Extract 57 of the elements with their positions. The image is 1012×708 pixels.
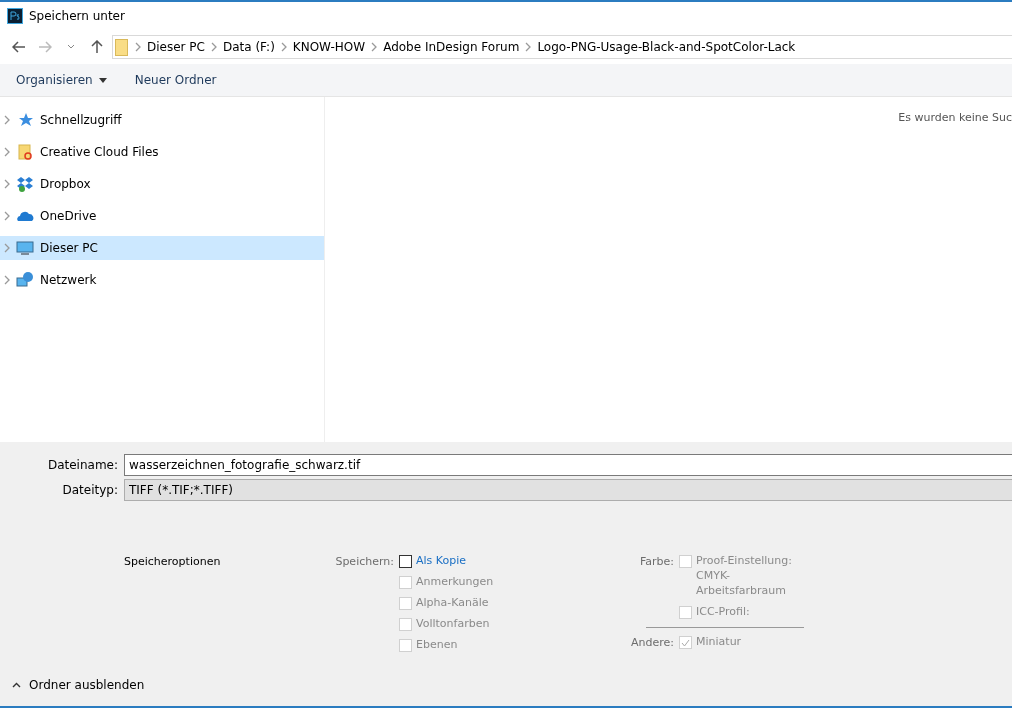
breadcrumb-item[interactable]: KNOW-HOW (292, 40, 366, 54)
option-label: Volltonfarben (416, 616, 490, 631)
caret-down-icon (67, 44, 75, 50)
filename-field[interactable]: wasserzeichnen_fotografie_schwarz.tif (124, 454, 1012, 476)
chevron-right-icon (4, 115, 10, 125)
chevron-right-icon (4, 211, 10, 221)
arrow-up-icon (91, 40, 103, 54)
option-label: Anmerkungen (416, 574, 494, 589)
chevron-right-icon (4, 179, 10, 189)
chevron-right-icon (371, 42, 378, 52)
option-label: Miniatur (696, 634, 742, 649)
folder-icon (16, 143, 34, 161)
filetype-dropdown[interactable]: TIFF (*.TIF;*.TIFF) (124, 479, 1012, 501)
chevron-right-icon (4, 243, 10, 253)
sidebar-item[interactable]: OneDrive (0, 204, 324, 228)
breadcrumb-item[interactable]: Dieser PC (147, 40, 205, 54)
caret-down-icon (98, 77, 107, 83)
option-label: Proof-Einstellung: CMYK-Arbeitsfarbraum (696, 553, 793, 598)
chevron-right-icon (135, 42, 141, 52)
checkbox[interactable] (399, 555, 412, 568)
address-bar[interactable]: Dieser PC Data (F:) KNOW-HOW Adobe InDesign Forum Logo-PNG-Usage-Black-and-SpotColor-Lack (112, 35, 1012, 59)
option-label: ICC-Profil: (696, 604, 750, 619)
breadcrumb-item[interactable]: Logo-PNG-Usage-Black-and-SpotColor-Lack (537, 40, 796, 54)
chevron-right-icon (280, 42, 287, 52)
filetype-label: Dateityp: (61, 483, 118, 497)
monitor-icon (16, 239, 34, 257)
sidebar-item[interactable]: Dieser PC (0, 236, 324, 260)
empty-message: Es wurden keine Suc (898, 111, 1012, 125)
chevron-right-icon (4, 275, 10, 285)
group-label: Farbe: (638, 554, 674, 570)
caret-up-icon (12, 682, 21, 688)
sidebar-item[interactable]: Creative Cloud Files (0, 140, 324, 164)
breadcrumb-item[interactable]: Data (F:) (222, 40, 275, 54)
app-icon (7, 8, 23, 24)
group-label: Speichern: (334, 554, 394, 570)
window-title: Speichern unter (29, 9, 125, 23)
sidebar-item[interactable]: Dropbox (0, 172, 324, 196)
option-label: Alpha-Kanäle (416, 595, 489, 610)
section-title: Speicheroptionen (124, 555, 222, 568)
filename-label: Dateiname: (46, 458, 118, 472)
group-label: Andere: (630, 635, 674, 649)
breadcrumb-item[interactable]: Adobe InDesign Forum (383, 40, 520, 54)
chevron-right-icon (4, 147, 10, 157)
folder-icon (115, 38, 129, 56)
chevron-right-icon (210, 42, 217, 52)
organize-button[interactable]: Organisieren (16, 73, 107, 87)
option-label: Als Kopie (416, 553, 466, 568)
hide-folders-button[interactable]: Ordner ausblenden (12, 678, 145, 692)
network-icon (16, 271, 34, 289)
sidebar-item[interactable]: Netzwerk (0, 268, 324, 292)
chevron-right-icon (525, 42, 532, 52)
dropbox-icon (16, 175, 34, 193)
sidebar-item[interactable]: Schnellzugriff (0, 108, 324, 132)
arrow-left-icon (12, 41, 26, 53)
new-folder-button[interactable]: Neuer Ordner (134, 73, 217, 87)
option-label: Ebenen (416, 637, 458, 652)
arrow-right-icon (38, 41, 52, 53)
